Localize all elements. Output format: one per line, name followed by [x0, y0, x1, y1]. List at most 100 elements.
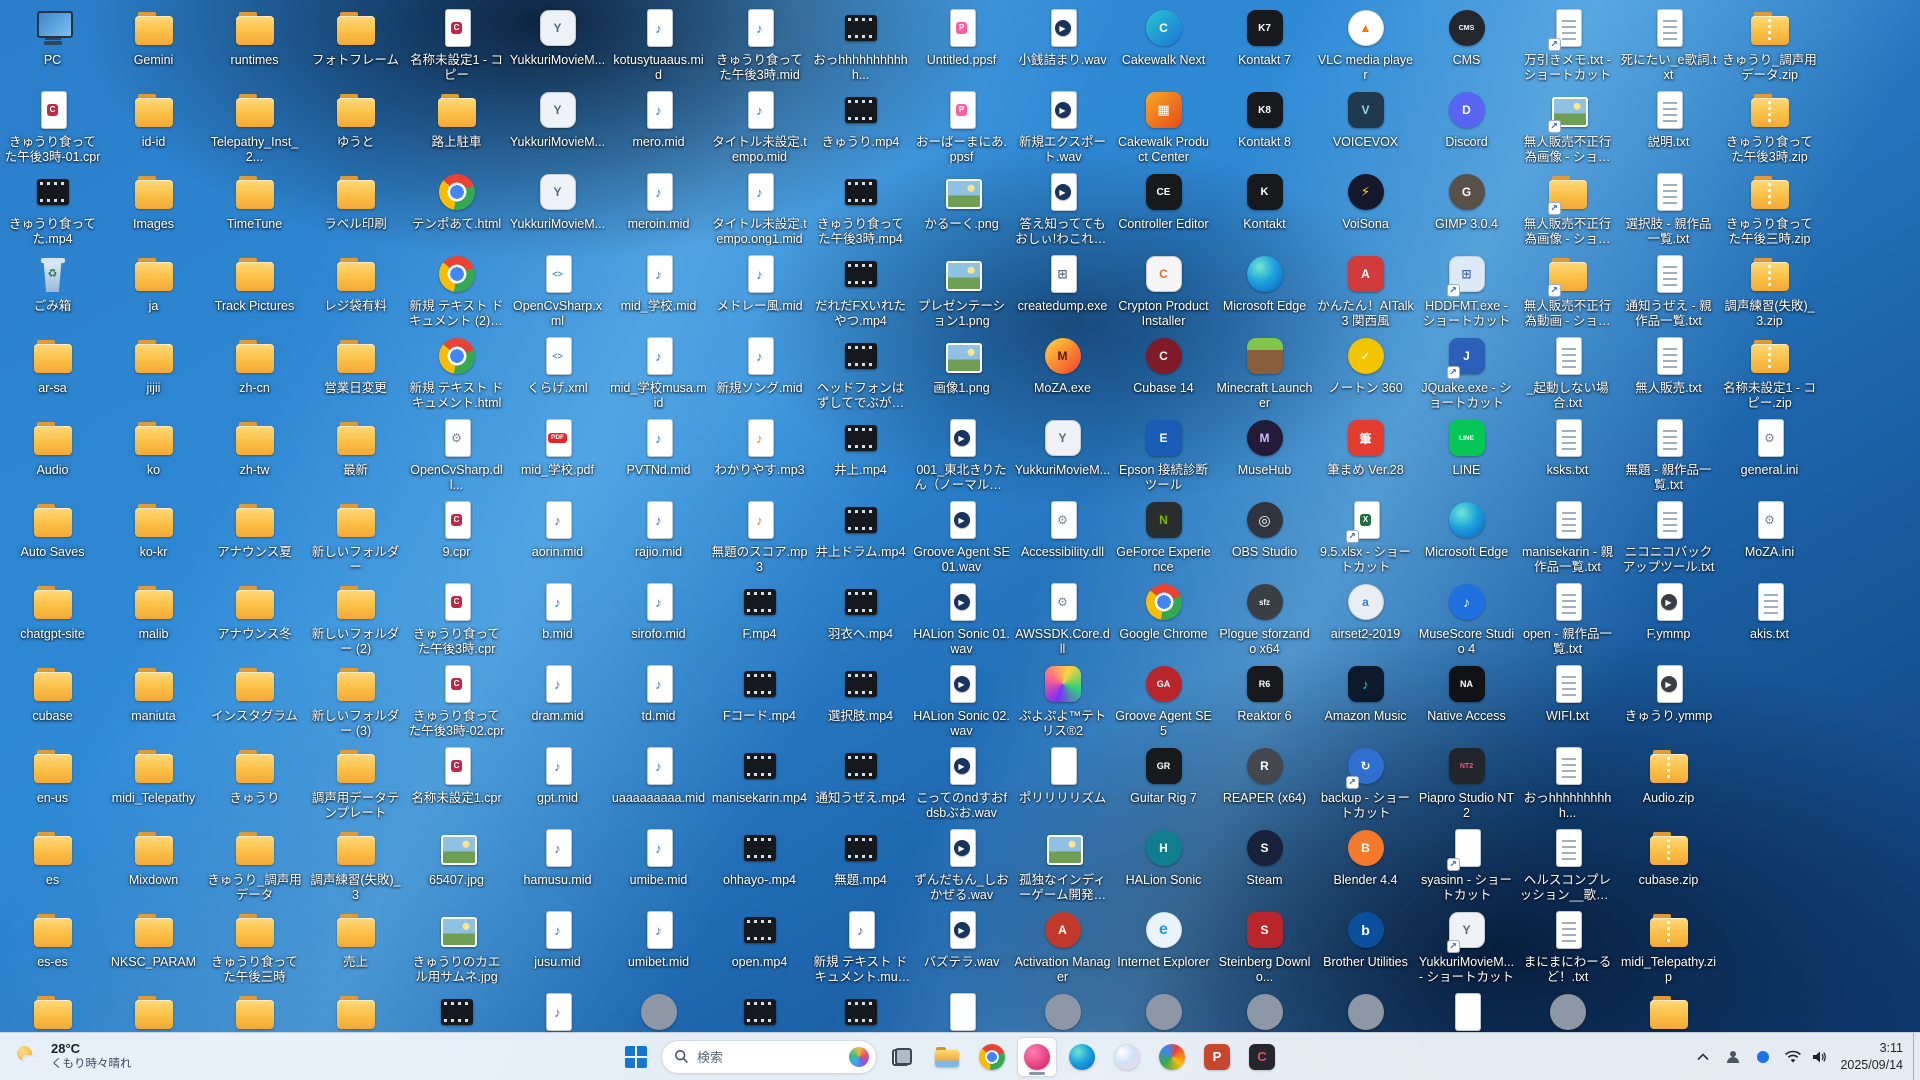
- desktop-icon[interactable]: Y YukkuriMovieM...: [1012, 412, 1113, 494]
- desktop-icon[interactable]: きゅうり: [204, 740, 305, 822]
- desktop-icon[interactable]: malib: [103, 576, 204, 658]
- desktop-icon[interactable]: 画像1.png: [911, 330, 1012, 412]
- desktop-icon[interactable]: ♪ mero.mid: [608, 84, 709, 166]
- desktop-icon[interactable]: きゅうり_調声用データ.zip: [1719, 2, 1820, 84]
- desktop-icon[interactable]: akis.txt: [1719, 576, 1820, 658]
- weather-widget[interactable]: 28°C くもり時々晴れ: [4, 1033, 144, 1080]
- search-input[interactable]: 検索: [661, 1039, 877, 1074]
- desktop-icon[interactable]: es: [2, 822, 103, 904]
- desktop-icon[interactable]: ♪ rajio.mid: [608, 494, 709, 576]
- desktop-icon[interactable]: ゆうと: [305, 84, 406, 166]
- desktop-icon[interactable]: cubase: [2, 658, 103, 740]
- desktop-icon[interactable]: V VOICEVOX: [1315, 84, 1416, 166]
- desktop-icon[interactable]: NA Native Access: [1416, 658, 1517, 740]
- taskbar-copilot-button[interactable]: [1107, 1037, 1147, 1077]
- desktop-icon[interactable]: ♪ PVTNd.mid: [608, 412, 709, 494]
- desktop-icon[interactable]: S Steinberg Downlo...: [1214, 904, 1315, 986]
- desktop-icon[interactable]: 調声用データテンプレート: [305, 740, 406, 822]
- desktop-icon[interactable]: Images: [103, 166, 204, 248]
- desktop-icon[interactable]: ♪ gpt.mid: [507, 740, 608, 822]
- desktop-icon[interactable]: Audio: [2, 412, 103, 494]
- desktop-icon[interactable]: GR Guitar Rig 7: [1113, 740, 1214, 822]
- desktop-icon[interactable]: P Untitled.ppsf: [911, 2, 1012, 84]
- desktop-icon[interactable]: C Crypton Product Installer: [1113, 248, 1214, 330]
- desktop-icon[interactable]: Y YukkuriMovieM...: [507, 2, 608, 84]
- desktop-icon[interactable]: ◎ OBS Studio: [1214, 494, 1315, 576]
- desktop-icon[interactable]: b Brother Utilities: [1315, 904, 1416, 986]
- desktop-icon[interactable]: 調声練習(失敗)_3: [305, 822, 406, 904]
- desktop-icon[interactable]: Y YukkuriMovieM...: [507, 166, 608, 248]
- desktop-icon[interactable]: ♪ mid_学校.mid: [608, 248, 709, 330]
- desktop-icon[interactable]: ⚙ general.ini: [1719, 412, 1820, 494]
- desktop-icon[interactable]: C きゅうり食ってた午後3時.cpr: [406, 576, 507, 658]
- desktop-icon[interactable]: manisekarin.mp4: [709, 740, 810, 822]
- desktop-icon[interactable]: 最新: [305, 412, 406, 494]
- desktop-icon[interactable]: ♪ dram.mid: [507, 658, 608, 740]
- desktop-icon[interactable]: アナウンス冬: [204, 576, 305, 658]
- desktop-icon[interactable]: ↗ 万引きメモ.txt - ショートカット: [1517, 2, 1618, 84]
- desktop-icon[interactable]: 選択肢.mp4: [810, 658, 911, 740]
- desktop-icon[interactable]: ▶ HALion Sonic 02.wav: [911, 658, 1012, 740]
- desktop-icon[interactable]: cubase.zip: [1618, 822, 1719, 904]
- desktop-icon[interactable]: ▶ きゅうり.ymmp: [1618, 658, 1719, 740]
- desktop-icon[interactable]: zh-cn: [204, 330, 305, 412]
- taskbar-task-view-button[interactable]: [882, 1037, 922, 1077]
- desktop-icon[interactable]: TimeTune: [204, 166, 305, 248]
- desktop-icon[interactable]: ♪ 新規ソング.mid: [709, 330, 810, 412]
- desktop-icon[interactable]: ja: [103, 248, 204, 330]
- desktop-icon[interactable]: 死にたい_e歌詞.txt: [1618, 2, 1719, 84]
- desktop-icon[interactable]: ▶ HALion Sonic 01.wav: [911, 576, 1012, 658]
- desktop-icon[interactable]: まにまにわーるど！.txt: [1517, 904, 1618, 986]
- desktop-icon[interactable]: ⚙ OpenCvSharp.dll...: [406, 412, 507, 494]
- desktop-icon[interactable]: E Epson 接続診断ツール: [1113, 412, 1214, 494]
- desktop-icon[interactable]: 新規 テキスト ドキュメント.html: [406, 330, 507, 412]
- taskbar-chrome-button[interactable]: [972, 1037, 1012, 1077]
- desktop-icon[interactable]: きゅうり.mp4: [810, 84, 911, 166]
- desktop-icon[interactable]: かるーく.png: [911, 166, 1012, 248]
- desktop-icon[interactable]: zh-tw: [204, 412, 305, 494]
- desktop-icon[interactable]: R6 Reaktor 6: [1214, 658, 1315, 740]
- desktop-icon[interactable]: ♪ sirofo.mid: [608, 576, 709, 658]
- taskbar-powerpoint-button[interactable]: P: [1197, 1037, 1237, 1077]
- desktop-icon[interactable]: ar-sa: [2, 330, 103, 412]
- desktop-icon[interactable]: e Internet Explorer: [1113, 904, 1214, 986]
- desktop-icon[interactable]: 無人販売.txt: [1618, 330, 1719, 412]
- desktop-icon[interactable]: きゅうり_調声用データ: [204, 822, 305, 904]
- desktop-icon[interactable]: ヘッドフォンはずしてでぶがつん.mp4: [810, 330, 911, 412]
- desktop-icon[interactable]: ▶ 新規エクスポート.wav: [1012, 84, 1113, 166]
- start-button[interactable]: [616, 1037, 656, 1077]
- desktop-icon[interactable]: GA Groove Agent SE 5: [1113, 658, 1214, 740]
- desktop-icon[interactable]: ラベル印刷: [305, 166, 406, 248]
- desktop-icon[interactable]: 路上駐車: [406, 84, 507, 166]
- desktop-icon[interactable]: きゅうり食ってた午後三時: [204, 904, 305, 986]
- desktop-icon[interactable]: <> OpenCvSharp.xml: [507, 248, 608, 330]
- desktop-icon[interactable]: ⊞ createdump.exe: [1012, 248, 1113, 330]
- desktop-icon[interactable]: ♻ ごみ箱: [2, 248, 103, 330]
- desktop-icon[interactable]: CE Controller Editor: [1113, 166, 1214, 248]
- desktop-icon[interactable]: 新規 テキスト ドキュメント (2).html: [406, 248, 507, 330]
- desktop-icon[interactable]: C きゅうり食ってた午後3時-02.cpr: [406, 658, 507, 740]
- desktop-icon[interactable]: ▶答え知ってても おしぃ!わこれい.wav: [1012, 166, 1113, 248]
- desktop-icon[interactable]: 選択肢 - 親作品一覧.txt: [1618, 166, 1719, 248]
- desktop-icon[interactable]: ポリリリリズム: [1012, 740, 1113, 822]
- desktop-icon[interactable]: ↗ 無人販売不正行為画像 - ショートカット: [1517, 166, 1618, 248]
- desktop-icon[interactable]: B Blender 4.4: [1315, 822, 1416, 904]
- desktop-icon[interactable]: J ↗ JQuake.exe - ショートカット: [1416, 330, 1517, 412]
- desktop-icon[interactable]: ↗ 無人販売不正行為動画 - ショートカット: [1517, 248, 1618, 330]
- desktop-icon[interactable]: Y YukkuriMovieM...: [507, 84, 608, 166]
- desktop-icon[interactable]: インスタグラム: [204, 658, 305, 740]
- desktop-icon[interactable]: WIFI.txt: [1517, 658, 1618, 740]
- desktop-icon[interactable]: テンポあて.html: [406, 166, 507, 248]
- taskbar-edge-button[interactable]: [1062, 1037, 1102, 1077]
- desktop-icon[interactable]: C 9.cpr: [406, 494, 507, 576]
- desktop-icon[interactable]: 羽衣へ.mp4: [810, 576, 911, 658]
- desktop-icon[interactable]: Microsoft Edge: [1416, 494, 1517, 576]
- desktop-icon[interactable]: ▶ こってのndすおf dsbぶお.wav: [911, 740, 1012, 822]
- desktop-icon[interactable]: ↗ syasinn - ショートカット: [1416, 822, 1517, 904]
- desktop-icon[interactable]: PDF mid_学校.pdf: [507, 412, 608, 494]
- desktop-icon[interactable]: Auto Saves: [2, 494, 103, 576]
- desktop-icon[interactable]: ▶ F.ymmp: [1618, 576, 1719, 658]
- desktop-icon[interactable]: open.mp4: [709, 904, 810, 986]
- desktop-icon[interactable]: ▦ Cakewalk Product Center: [1113, 84, 1214, 166]
- desktop-icon[interactable]: Mixdown: [103, 822, 204, 904]
